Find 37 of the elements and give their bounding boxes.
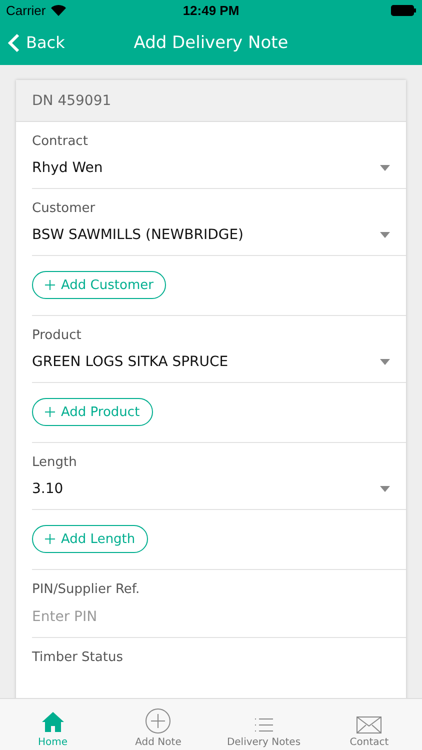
dropdown-field[interactable]: 3.10 — [32, 475, 406, 509]
back-button[interactable]: Back — [0, 32, 73, 52]
input-field[interactable]: Enter PIN — [32, 602, 406, 637]
plus-icon — [45, 534, 55, 544]
field-label: Product — [32, 328, 82, 345]
tab-item[interactable]: Add Note — [106, 699, 211, 750]
dropdown-caret-icon — [380, 486, 390, 492]
dropdown-caret-icon — [380, 232, 390, 238]
dropdown-field[interactable]: BSW SAWMILLS (NEWBRIDGE) — [32, 221, 406, 255]
add-button[interactable]: Add Product — [32, 398, 153, 426]
carrier-label: Carrier — [6, 2, 46, 18]
tab-item[interactable]: Contact — [316, 699, 422, 750]
dropdown-caret-icon — [380, 165, 390, 171]
card-header: DN 459091 — [16, 80, 406, 122]
mail-icon — [356, 716, 382, 734]
tab-item[interactable]: Home — [0, 699, 106, 750]
field-label: PIN/Supplier Ref. — [32, 582, 141, 599]
plus-icon — [45, 280, 55, 290]
add-button[interactable]: Add Customer — [32, 271, 166, 299]
field-label: Contract — [32, 134, 89, 151]
chevron-left-icon — [8, 32, 20, 52]
field-label: Customer — [32, 201, 96, 218]
plus-icon — [45, 407, 55, 417]
add-button[interactable]: Add Length — [32, 525, 148, 553]
dropdown-caret-icon — [380, 359, 390, 365]
field-label: Timber Status — [32, 650, 124, 667]
battery-icon — [391, 4, 416, 16]
status-time: 12:49 PM — [182, 2, 240, 18]
screen-title: Add Delivery Note — [134, 32, 288, 52]
list-icon — [254, 716, 274, 734]
home-icon — [40, 710, 65, 734]
tab-item[interactable]: Delivery Notes — [211, 699, 316, 750]
dropdown-field[interactable]: GREEN LOGS SITKA SPRUCE — [32, 348, 406, 382]
add-icon — [145, 708, 172, 734]
wifi-icon — [50, 4, 66, 16]
field-label: Length — [32, 455, 78, 472]
dropdown-field[interactable]: Rhyd Wen — [32, 154, 406, 188]
